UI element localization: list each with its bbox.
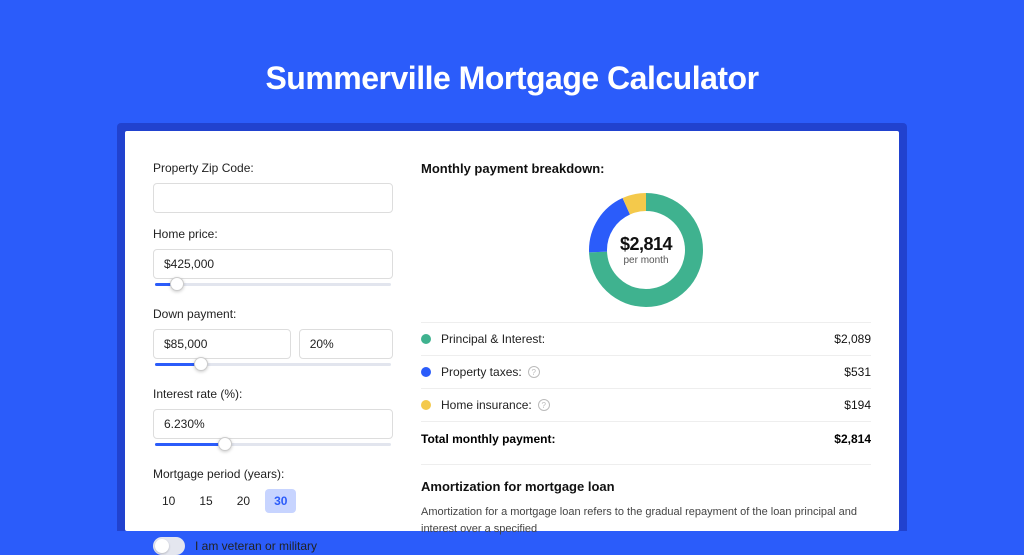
toggle-knob — [155, 539, 169, 553]
total-value: $2,814 — [834, 432, 871, 446]
home-price-input[interactable] — [153, 249, 393, 279]
home-price-slider[interactable] — [153, 279, 393, 293]
legend-dot — [421, 367, 431, 377]
period-button-20[interactable]: 20 — [228, 489, 259, 513]
legend-label: Principal & Interest: — [441, 332, 834, 346]
legend-value: $531 — [844, 365, 871, 379]
breakdown-title: Monthly payment breakdown: — [421, 161, 871, 176]
zip-input[interactable] — [153, 183, 393, 213]
down-payment-percent-input[interactable] — [299, 329, 393, 359]
legend-dot — [421, 334, 431, 344]
down-payment-input[interactable] — [153, 329, 291, 359]
interest-rate-slider[interactable] — [153, 439, 393, 453]
amortization-title: Amortization for mortgage loan — [421, 479, 871, 494]
interest-rate-input[interactable] — [153, 409, 393, 439]
page-title: Summerville Mortgage Calculator — [0, 0, 1024, 123]
mortgage-period-group: 1015 2030 — [153, 489, 393, 513]
legend-row: Home insurance:?$194 — [421, 388, 871, 421]
legend-value: $2,089 — [834, 332, 871, 346]
amortization-body: Amortization for a mortgage loan refers … — [421, 504, 871, 537]
down-payment-label: Down payment: — [153, 307, 393, 321]
donut-chart: $2,814 per month — [421, 182, 871, 322]
period-button-30[interactable]: 30 — [265, 489, 296, 513]
legend-label: Property taxes:? — [441, 365, 844, 379]
mortgage-period-label: Mortgage period (years): — [153, 467, 393, 481]
down-payment-slider[interactable] — [153, 359, 393, 373]
veteran-label: I am veteran or military — [195, 539, 317, 553]
results-column: Monthly payment breakdown: $2,814 per mo… — [421, 155, 871, 531]
legend-label: Home insurance:? — [441, 398, 844, 412]
total-row: Total monthly payment: $2,814 — [421, 421, 871, 456]
legend-value: $194 — [844, 398, 871, 412]
inputs-column: Property Zip Code: Home price: Down paym… — [153, 155, 393, 531]
period-button-15[interactable]: 15 — [190, 489, 221, 513]
amortization-section: Amortization for mortgage loan Amortizat… — [421, 464, 871, 537]
donut-amount: $2,814 — [620, 234, 672, 255]
info-icon[interactable]: ? — [538, 399, 550, 411]
total-label: Total monthly payment: — [421, 432, 834, 446]
card-shadow: Property Zip Code: Home price: Down paym… — [117, 123, 907, 531]
info-icon[interactable]: ? — [528, 366, 540, 378]
zip-label: Property Zip Code: — [153, 161, 393, 175]
legend-row: Property taxes:?$531 — [421, 355, 871, 388]
legend-dot — [421, 400, 431, 410]
legend-row: Principal & Interest:$2,089 — [421, 322, 871, 355]
donut-subtitle: per month — [623, 255, 668, 266]
home-price-label: Home price: — [153, 227, 393, 241]
interest-rate-label: Interest rate (%): — [153, 387, 393, 401]
period-button-10[interactable]: 10 — [153, 489, 184, 513]
legend: Principal & Interest:$2,089Property taxe… — [421, 322, 871, 421]
veteran-toggle[interactable] — [153, 537, 185, 555]
calculator-card: Property Zip Code: Home price: Down paym… — [125, 131, 899, 531]
